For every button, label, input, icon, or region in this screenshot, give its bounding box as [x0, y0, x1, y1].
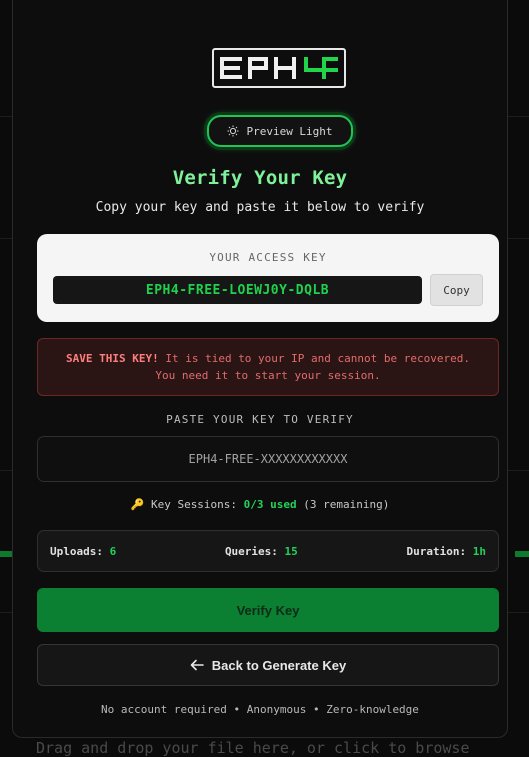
stat-queries: Queries: 15: [225, 545, 298, 558]
stat-value: 1h: [472, 544, 486, 558]
warning-strong: SAVE THIS KEY!: [66, 352, 159, 365]
page-subtitle: Copy your key and paste it below to veri…: [95, 200, 425, 215]
stat-uploads: Uploads: 6: [50, 545, 116, 558]
stat-label: Queries:: [224, 544, 278, 558]
eph4-logo: [212, 48, 346, 88]
sessions-prefix: Key Sessions:: [150, 498, 238, 511]
copy-button[interactable]: Copy: [430, 274, 483, 306]
stat-label: Duration:: [406, 544, 467, 558]
access-key-label: YOUR ACCESS KEY: [209, 251, 327, 264]
stat-duration: Duration: 1h: [407, 545, 486, 558]
arrow-left-icon: [190, 659, 204, 671]
preview-light-button[interactable]: Preview Light: [207, 115, 353, 147]
access-key-value[interactable]: EPH4-FREE-LOEWJ0Y-DQLB: [53, 276, 422, 304]
sessions-used: 0/3 used: [243, 498, 297, 511]
stat-value: 15: [284, 544, 298, 558]
background-accent: [515, 551, 529, 557]
back-button-label: Back to Generate Key: [211, 657, 347, 673]
sun-icon: [227, 125, 239, 137]
key-sessions: 🔑 Key Sessions: 0/3 used (3 remaining): [13, 498, 507, 511]
verify-key-button[interactable]: Verify Key: [37, 588, 499, 632]
paste-key-input[interactable]: [37, 436, 499, 482]
access-key-card: YOUR ACCESS KEY EPH4-FREE-LOEWJ0Y-DQLB C…: [37, 234, 499, 322]
stat-label: Uploads:: [50, 544, 103, 558]
limits-bar: Uploads: 6 Queries: 15 Duration: 1h: [37, 530, 499, 572]
footer-note: No account required • Anonymous • Zero-k…: [101, 703, 419, 716]
sessions-remaining: (3 remaining): [303, 498, 390, 511]
paste-key-label: PASTE YOUR KEY TO VERIFY: [166, 413, 354, 426]
preview-light-label: Preview Light: [246, 124, 333, 138]
key-icon: 🔑: [130, 498, 145, 511]
stat-value: 6: [109, 544, 117, 558]
warning-text: It is tied to your IP and cannot be reco…: [155, 352, 470, 382]
page-title: Verify Your Key: [172, 167, 348, 189]
background-dropzone-text[interactable]: Drag and drop your file here, or click t…: [36, 739, 469, 757]
back-to-generate-button[interactable]: Back to Generate Key: [37, 644, 499, 686]
save-key-warning: SAVE THIS KEY! It is tied to your IP and…: [37, 338, 499, 396]
verify-key-modal: Preview Light Verify Your Key Copy your …: [12, 0, 508, 738]
